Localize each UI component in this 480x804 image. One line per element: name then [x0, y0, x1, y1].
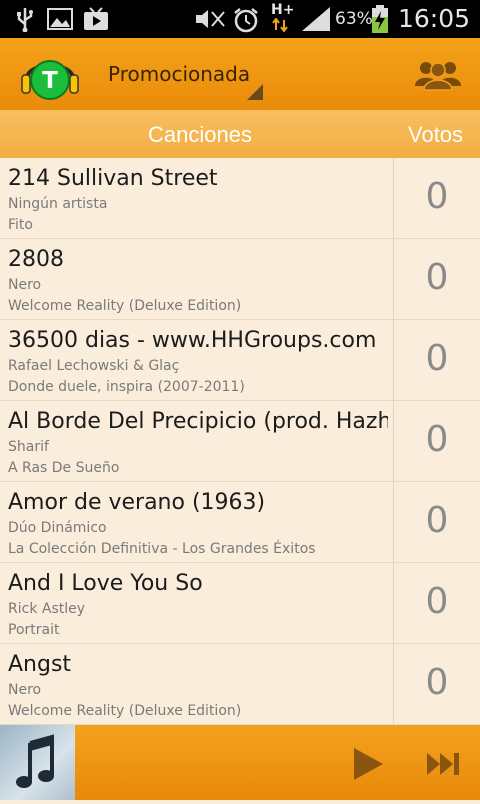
song-album: Portrait — [8, 622, 60, 638]
song-album: A Ras De Sueño — [8, 460, 120, 476]
app-bar: T Promocionada — [0, 38, 480, 110]
song-title: Amor de verano (1963) — [8, 490, 266, 515]
clock: 16:05 — [398, 4, 471, 33]
status-bar: H+ 63% 16:05 — [0, 0, 480, 38]
song-list[interactable]: 214 Sullivan Street Ningún artista Fito … — [0, 158, 480, 725]
song-row[interactable]: Angst Nero Welcome Reality (Deluxe Editi… — [0, 644, 480, 725]
song-artist: Dúo Dinámico — [8, 520, 107, 536]
song-artist: Rafael Lechowski & Glaç — [8, 358, 180, 374]
song-album: La Colección Definitiva - Los Grandes Éx… — [8, 541, 316, 557]
album-art[interactable] — [0, 725, 75, 800]
song-title: 2808 — [8, 247, 64, 272]
song-artist: Rick Astley — [8, 601, 86, 617]
usb-icon — [17, 8, 33, 32]
gallery-icon — [47, 8, 73, 30]
song-album: Welcome Reality (Deluxe Edition) — [8, 703, 242, 719]
song-album: Donde duele, inspira (2007-2011) — [8, 379, 245, 395]
song-title: And I Love You So — [8, 571, 203, 596]
list-header: Canciones Votos — [0, 110, 480, 158]
skip-next-icon[interactable] — [426, 752, 462, 776]
song-title: Angst — [8, 652, 72, 677]
vote-count[interactable]: 0 — [394, 500, 480, 541]
vote-count[interactable]: 0 — [394, 662, 480, 703]
network-type: H+ — [271, 2, 295, 18]
song-artist: Nero — [8, 682, 42, 698]
battery-charging-icon — [372, 5, 388, 33]
mode-spinner-label: Promocionada — [108, 62, 251, 86]
song-row[interactable]: 2808 Nero Welcome Reality (Deluxe Editio… — [0, 239, 480, 320]
vote-count[interactable]: 0 — [394, 176, 480, 217]
youtube-icon — [84, 7, 108, 30]
song-row[interactable]: And I Love You So Rick Astley Portrait 0 — [0, 563, 480, 644]
vote-count[interactable]: 0 — [394, 338, 480, 379]
votes-column-header: Votos — [408, 122, 464, 147]
music-note-icon — [16, 734, 54, 788]
song-album: Fito — [8, 217, 33, 233]
song-title: Al Borde Del Precipicio (prod. Hazhe) — [8, 409, 388, 434]
vote-count[interactable]: 0 — [394, 257, 480, 298]
logo-letter: T — [42, 68, 58, 94]
song-artist: Sharif — [8, 439, 49, 455]
songs-column-header: Canciones — [148, 122, 252, 147]
song-artist: Nero — [8, 277, 42, 293]
song-row[interactable]: Amor de verano (1963) Dúo Dinámico La Co… — [0, 482, 480, 563]
data-arrows-icon — [272, 18, 288, 32]
vote-count[interactable]: 0 — [394, 419, 480, 460]
play-icon[interactable] — [352, 747, 384, 781]
song-row[interactable]: 214 Sullivan Street Ningún artista Fito … — [0, 158, 480, 239]
song-title: 36500 dias - www.HHGroups.com — [8, 328, 377, 353]
player-bar — [0, 725, 480, 800]
song-row[interactable]: 36500 dias - www.HHGroups.com Rafael Lec… — [0, 320, 480, 401]
song-artist: Ningún artista — [8, 196, 108, 212]
signal-icon — [302, 7, 330, 31]
alarm-icon — [234, 8, 258, 33]
app-logo[interactable]: T — [19, 51, 81, 101]
song-album: Welcome Reality (Deluxe Edition) — [8, 298, 242, 314]
song-row[interactable]: Al Borde Del Precipicio (prod. Hazhe) Sh… — [0, 401, 480, 482]
song-title: 214 Sullivan Street — [8, 166, 218, 191]
vote-count[interactable]: 0 — [394, 581, 480, 622]
mute-icon — [196, 10, 225, 28]
spinner-corner-icon — [247, 84, 263, 100]
group-users-icon[interactable] — [414, 56, 462, 92]
battery-percent: 63% — [335, 9, 373, 29]
